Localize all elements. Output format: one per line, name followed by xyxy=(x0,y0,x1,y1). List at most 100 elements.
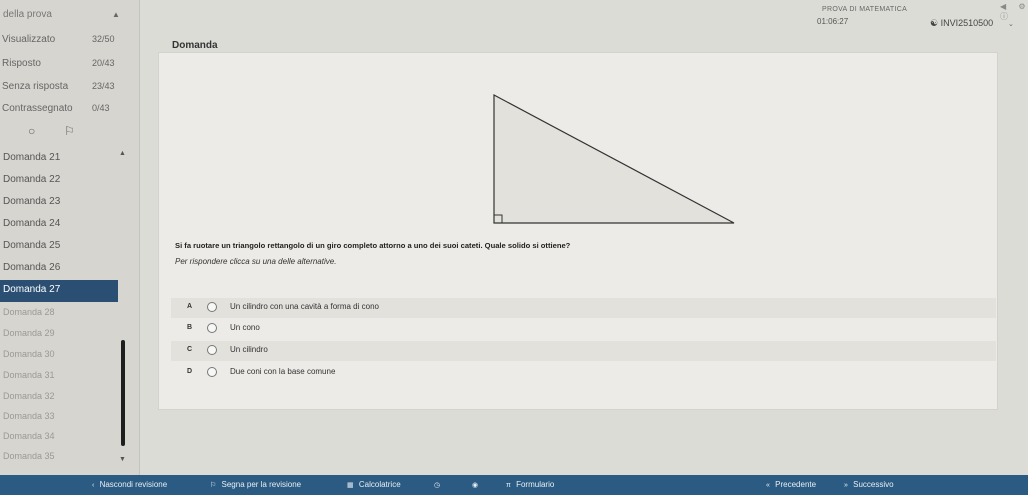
option-key: D xyxy=(187,368,193,375)
option-text: Un cilindro xyxy=(230,345,268,354)
question-item-label: Domanda 25 xyxy=(3,240,61,251)
sidebar: della prova ▲ Visualizzato 32/50 Rispost… xyxy=(0,0,140,475)
circle-icon[interactable]: ○ xyxy=(28,124,35,138)
flag-review-label: Segna per la revisione xyxy=(221,480,302,489)
option-key: B xyxy=(187,324,193,331)
target-icon: ◉ xyxy=(472,482,479,489)
question-item-label: Domanda 22 xyxy=(3,174,61,185)
option-radio[interactable] xyxy=(207,302,217,312)
chevron-down-icon[interactable]: ⌄ xyxy=(1008,20,1014,28)
next-button[interactable]: » Successivo xyxy=(844,480,894,489)
option-d[interactable]: D Due coni con la base comune xyxy=(171,363,996,383)
option-radio[interactable] xyxy=(207,323,217,333)
flag-icon: ⚐ xyxy=(210,482,217,489)
question-item-label: Domanda 21 xyxy=(3,152,61,163)
option-radio[interactable] xyxy=(207,367,217,377)
hide-review-button[interactable]: ‹ Nascondi revisione xyxy=(92,480,167,489)
question-item-31[interactable]: Domanda 31 xyxy=(0,365,118,387)
question-item-label: Domanda 27 xyxy=(3,284,61,295)
bottom-toolbar: ‹ Nascondi revisione ⚐ Segna per la revi… xyxy=(0,475,1028,495)
question-item-label: Domanda 34 xyxy=(3,431,55,441)
settings-icon[interactable]: ⚙ xyxy=(1018,2,1025,11)
stat-value: 20/43 xyxy=(92,58,115,68)
user-code: INVI2510500 xyxy=(940,18,994,28)
question-item-label: Domanda 30 xyxy=(3,349,55,359)
clock-button[interactable]: ◷ xyxy=(434,480,443,489)
question-item-26[interactable]: Domanda 26 xyxy=(0,258,118,280)
question-item-label: Domanda 29 xyxy=(3,328,55,338)
sidebar-header-label: della prova xyxy=(3,9,52,20)
stat-senza-risposta: Senza risposta 23/43 xyxy=(0,81,140,97)
question-item-24[interactable]: Domanda 24 xyxy=(0,214,118,236)
calculator-button[interactable]: ▦ Calcolatrice xyxy=(347,480,401,489)
question-item-22[interactable]: Domanda 22 xyxy=(0,170,118,192)
stat-value: 32/50 xyxy=(92,34,115,44)
flag-icon[interactable]: ⚐ xyxy=(64,124,75,138)
user-icon: ☯ xyxy=(930,18,939,28)
option-a[interactable]: A Un cilindro con una cavità a forma di … xyxy=(171,298,996,318)
question-item-35[interactable]: Domanda 35 xyxy=(0,446,118,468)
exam-timer: 01:06:27 xyxy=(817,17,849,26)
chevron-left-icon: ‹ xyxy=(92,482,95,489)
sidebar-scrollbar[interactable] xyxy=(121,340,125,446)
sidebar-header[interactable]: della prova ▲ xyxy=(0,4,140,28)
question-item-label: Domanda 33 xyxy=(3,411,55,421)
question-item-label: Domanda 35 xyxy=(3,451,55,461)
question-item-28[interactable]: Domanda 28 xyxy=(0,302,118,324)
scroll-up-icon[interactable]: ▲ xyxy=(119,150,126,157)
question-item-label: Domanda 26 xyxy=(3,262,61,273)
option-key: A xyxy=(187,303,193,310)
question-item-32[interactable]: Domanda 32 xyxy=(0,386,118,408)
info-icon[interactable]: ⓘ xyxy=(1000,12,1008,21)
option-c[interactable]: C Un cilindro xyxy=(171,341,996,361)
stat-risposto: Risposto 20/43 xyxy=(0,58,140,74)
option-radio[interactable] xyxy=(207,345,217,355)
question-panel: Domanda Si fa ruotare un triangolo retta… xyxy=(158,40,998,410)
chevron-up-icon[interactable]: ▲ xyxy=(112,10,120,19)
option-text: Due coni con la base comune xyxy=(230,367,336,376)
double-chevron-right-icon: » xyxy=(844,482,848,489)
question-item-label: Domanda 28 xyxy=(3,307,55,317)
stat-value: 0/43 xyxy=(92,103,110,113)
stat-label: Visualizzato xyxy=(2,34,56,45)
right-triangle-figure xyxy=(493,94,735,224)
question-item-33[interactable]: Domanda 33 xyxy=(0,406,118,428)
stat-label: Contrassegnato xyxy=(2,103,73,114)
question-item-21[interactable]: Domanda 21 xyxy=(0,148,118,170)
question-item-27[interactable]: Domanda 27 xyxy=(0,280,118,302)
question-item-30[interactable]: Domanda 30 xyxy=(0,344,118,366)
user-menu[interactable]: ☯ INVI2510500 xyxy=(930,18,993,29)
question-item-label: Domanda 32 xyxy=(3,391,55,401)
question-text: Si fa ruotare un triangolo rettangolo di… xyxy=(175,241,571,250)
option-text: Un cono xyxy=(230,323,260,332)
question-item-label: Domanda 24 xyxy=(3,218,61,229)
stat-contrassegnato: Contrassegnato 0/43 xyxy=(0,103,140,119)
question-item-29[interactable]: Domanda 29 xyxy=(0,323,118,345)
option-b[interactable]: B Un cono xyxy=(171,319,996,339)
stat-visualizzato: Visualizzato 32/50 xyxy=(0,34,140,50)
hide-review-label: Nascondi revisione xyxy=(99,480,168,489)
calculator-label: Calcolatrice xyxy=(358,480,401,489)
question-item-label: Domanda 23 xyxy=(3,196,61,207)
scroll-down-icon[interactable]: ▼ xyxy=(119,456,126,463)
stat-label: Risposto xyxy=(2,58,41,69)
double-chevron-left-icon: « xyxy=(766,482,770,489)
top-icons: ◀ ⚙ ⓘ xyxy=(990,2,1028,22)
formulary-button[interactable]: π Formulario xyxy=(506,480,554,489)
flag-review-button[interactable]: ⚐ Segna per la revisione xyxy=(210,480,301,489)
question-item-23[interactable]: Domanda 23 xyxy=(0,192,118,214)
speaker-icon[interactable]: ◀ xyxy=(1000,2,1006,11)
previous-button[interactable]: « Precedente xyxy=(766,480,816,489)
calculator-icon: ▦ xyxy=(347,482,354,489)
question-title: Domanda xyxy=(172,40,218,51)
top-header: ◀ ⚙ ⓘ PROVA DI MATEMATICA 01:06:27 ☯ INV… xyxy=(140,0,1028,50)
exam-app: della prova ▲ Visualizzato 32/50 Rispost… xyxy=(0,0,1028,495)
previous-label: Precedente xyxy=(775,480,817,489)
formulary-label: Formulario xyxy=(516,480,555,489)
pi-icon: π xyxy=(506,482,511,489)
question-item-25[interactable]: Domanda 25 xyxy=(0,236,118,258)
question-item-label: Domanda 31 xyxy=(3,370,55,380)
question-item-34[interactable]: Domanda 34 xyxy=(0,426,118,448)
target-button[interactable]: ◉ xyxy=(472,480,481,489)
stat-label: Senza risposta xyxy=(2,81,69,92)
